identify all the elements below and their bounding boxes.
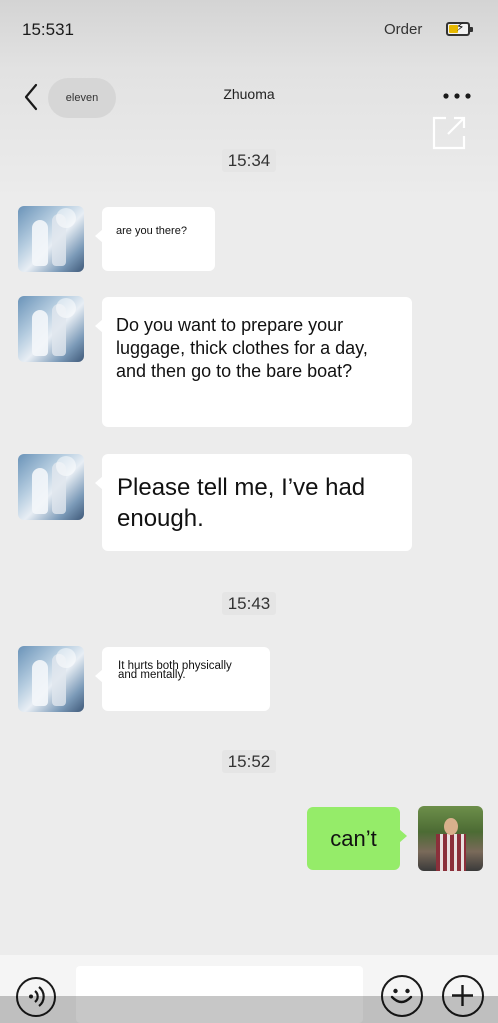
received-message[interactable]: Do you want to prepare your luggage, thi…	[95, 297, 412, 427]
battery-tip	[470, 27, 473, 32]
received-message[interactable]: Please tell me, I’ve had enough.	[95, 454, 412, 551]
contact-avatar[interactable]	[18, 646, 84, 712]
timestamp: 15:43	[0, 592, 498, 615]
status-carrier: Order	[384, 21, 423, 38]
chat-title: Zhuoma	[223, 86, 275, 102]
my-avatar[interactable]	[418, 806, 483, 871]
more-button[interactable]	[440, 84, 474, 104]
share-icon[interactable]	[430, 114, 468, 152]
home-indicator-shade	[0, 996, 498, 1023]
timestamp: 15:34	[0, 149, 498, 172]
contact-avatar[interactable]	[18, 454, 84, 520]
received-message[interactable]: are you there?	[95, 207, 215, 271]
timestamp: 15:52	[0, 750, 498, 773]
contact-avatar[interactable]	[18, 296, 84, 362]
battery-icon: ⚡	[446, 20, 470, 36]
status-bar: 15:531 Order ⚡	[0, 0, 498, 60]
contact-avatar[interactable]	[18, 206, 84, 272]
more-icon	[443, 93, 471, 99]
sent-message[interactable]: can’t	[307, 807, 407, 870]
status-time: 15:531	[22, 20, 74, 39]
received-message[interactable]: It hurts both physically and mentally.	[95, 647, 270, 711]
